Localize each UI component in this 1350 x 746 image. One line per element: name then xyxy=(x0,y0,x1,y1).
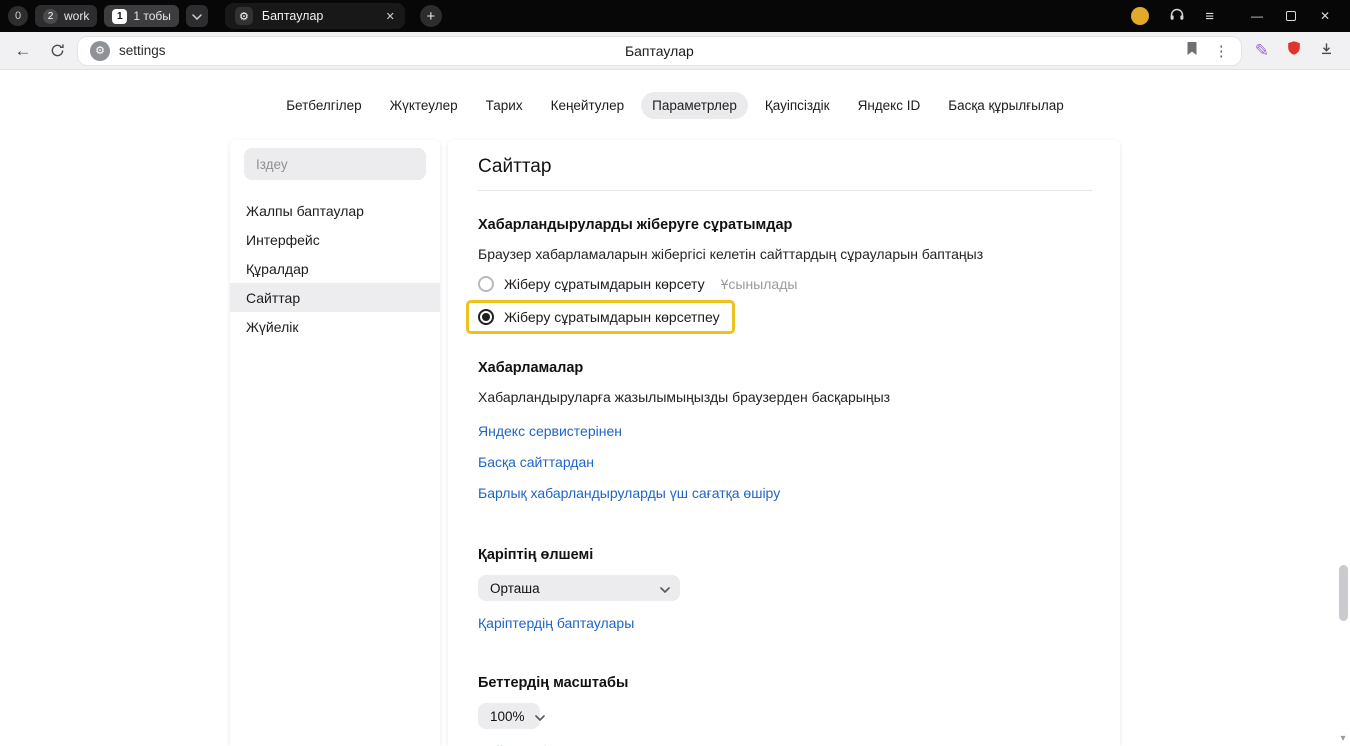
radio-show-label: Жіберу сұратымдарын көрсету xyxy=(504,276,705,292)
minimize-button[interactable]: — xyxy=(1240,0,1274,32)
tab-group-zero-count: 0 xyxy=(15,10,21,22)
chevron-down-icon xyxy=(535,709,545,724)
radio-dont-show-label: Жіберу сұратымдарын көрсетпеу xyxy=(504,309,720,325)
tab-group-work-label: work xyxy=(64,9,89,23)
refresh-button[interactable] xyxy=(44,38,70,64)
tab-title: Баптаулар xyxy=(262,9,377,23)
address-bar[interactable]: ⚙ settings Баптаулар ⋮ xyxy=(78,37,1241,65)
headset-icon[interactable] xyxy=(1169,7,1185,26)
page-scale-heading: Беттердің масштабы xyxy=(478,675,1092,691)
radio-unchecked-icon[interactable] xyxy=(478,276,494,292)
sidebar-item-sites[interactable]: Сайттар xyxy=(230,283,440,312)
radio-checked-icon[interactable] xyxy=(478,309,494,325)
link-other-sites[interactable]: Басқа сайттардан xyxy=(478,454,594,470)
messages-description: Хабарландыруларға жазылымыңызды браузерд… xyxy=(478,389,1092,405)
recommended-hint: Ұсынылады xyxy=(721,276,798,292)
page-scale-value: 100% xyxy=(490,709,525,724)
page-section-title: Сайттар xyxy=(478,140,1092,191)
account-avatar[interactable] xyxy=(1131,7,1149,25)
tab-group-active-label: 1 тобы xyxy=(133,9,171,23)
tab-other-devices[interactable]: Басқа құрылғылар xyxy=(937,92,1075,119)
font-size-select[interactable]: Орташа xyxy=(478,575,680,601)
messages-heading: Хабарламалар xyxy=(478,360,1092,376)
tab-group-work-count: 2 xyxy=(43,9,58,24)
settings-sidebar: Жалпы баптаулар Интерфейс Құралдар Сайтт… xyxy=(230,140,440,746)
link-yandex-services[interactable]: Яндекс сервистерінен xyxy=(478,423,622,439)
tab-group-zero[interactable]: 0 xyxy=(8,6,28,26)
downloads-icon[interactable] xyxy=(1319,41,1334,61)
sidebar-item-system[interactable]: Жүйелік xyxy=(230,312,440,341)
scrollbar-down-arrow[interactable]: ▾ xyxy=(1336,733,1350,744)
page-title: Баптаулар xyxy=(78,43,1241,59)
maximize-icon xyxy=(1286,11,1296,21)
push-requests-heading: Хабарландыруларды жіберуге сұратымдар xyxy=(478,217,1092,233)
page-scale-select[interactable]: 100% xyxy=(478,703,540,729)
tab-group-active[interactable]: 1 1 тобы xyxy=(104,5,179,27)
more-options-icon[interactable]: ⋮ xyxy=(1214,42,1229,60)
tab-security[interactable]: Қауіпсіздік xyxy=(754,92,841,119)
browser-toolbar: ← ⚙ settings Баптаулар ⋮ ✎ xyxy=(0,32,1350,70)
sidebar-list: Жалпы баптаулар Интерфейс Құралдар Сайтт… xyxy=(230,196,440,341)
tab-yandex-id[interactable]: Яндекс ID xyxy=(847,92,932,119)
bookmark-icon[interactable] xyxy=(1186,41,1198,61)
tab-close-icon[interactable]: ✕ xyxy=(386,10,395,23)
sidebar-item-general[interactable]: Жалпы баптаулар xyxy=(230,196,440,225)
link-font-settings[interactable]: Қаріптердің баптаулары xyxy=(478,615,634,631)
search-input[interactable] xyxy=(256,157,414,172)
settings-nav-tabs: Бетбелгілер Жүктеулер Тарих Кеңейтулер П… xyxy=(0,92,1350,119)
tab-history[interactable]: Тарих xyxy=(475,92,534,119)
radio-option-dont-show-requests[interactable]: Жіберу сұратымдарын көрсетпеу xyxy=(466,300,735,334)
hamburger-menu-icon[interactable]: ≡ xyxy=(1205,9,1214,24)
tab-downloads[interactable]: Жүктеулер xyxy=(379,92,469,119)
tab-group-work[interactable]: 2 work xyxy=(35,5,97,27)
settings-page: Бетбелгілер Жүктеулер Тарих Кеңейтулер П… xyxy=(0,70,1350,746)
font-size-value: Орташа xyxy=(490,581,540,596)
page-scrollbar[interactable]: ▾ xyxy=(1336,70,1350,746)
chevron-down-icon xyxy=(192,7,202,25)
radio-option-show-requests[interactable]: Жіберу сұратымдарын көрсету Ұсынылады xyxy=(478,276,1092,292)
edit-pencil-icon[interactable]: ✎ xyxy=(1255,41,1269,61)
maximize-button[interactable] xyxy=(1274,0,1308,32)
tab-extensions[interactable]: Кеңейтулер xyxy=(540,92,636,119)
new-tab-button[interactable]: + xyxy=(420,5,442,27)
font-size-heading: Қаріптің өлшемі xyxy=(478,547,1092,563)
tab-bookmarks[interactable]: Бетбелгілер xyxy=(275,92,372,119)
url-text[interactable]: settings xyxy=(119,43,166,58)
tab-settings[interactable]: Параметрлер xyxy=(641,92,748,119)
link-mute-all-notifications[interactable]: Барлық хабарландыруларды үш сағатқа өшір… xyxy=(478,485,780,501)
sidebar-item-interface[interactable]: Интерфейс xyxy=(230,225,440,254)
settings-main-panel: Сайттар Хабарландыруларды жіберуге сұрат… xyxy=(448,140,1120,746)
close-window-button[interactable]: ✕ xyxy=(1308,0,1342,32)
gear-icon: ⚙ xyxy=(235,7,253,25)
sidebar-item-tools[interactable]: Құралдар xyxy=(230,254,440,283)
window-titlebar: 0 2 work 1 1 тобы ⚙ Баптаулар ✕ + ≡ — ✕ xyxy=(0,0,1350,32)
chevron-down-icon xyxy=(660,581,670,596)
sidebar-search-box[interactable] xyxy=(244,148,426,180)
protect-shield-icon[interactable] xyxy=(1286,40,1302,61)
scrollbar-thumb[interactable] xyxy=(1339,565,1348,621)
back-button[interactable]: ← xyxy=(10,38,36,64)
push-requests-description: Браузер хабарламаларын жібергісі келетін… xyxy=(478,246,1092,262)
tab-group-active-count: 1 xyxy=(112,9,127,24)
browser-tab-settings[interactable]: ⚙ Баптаулар ✕ xyxy=(225,3,405,29)
tab-groups-dropdown-button[interactable] xyxy=(186,5,208,27)
